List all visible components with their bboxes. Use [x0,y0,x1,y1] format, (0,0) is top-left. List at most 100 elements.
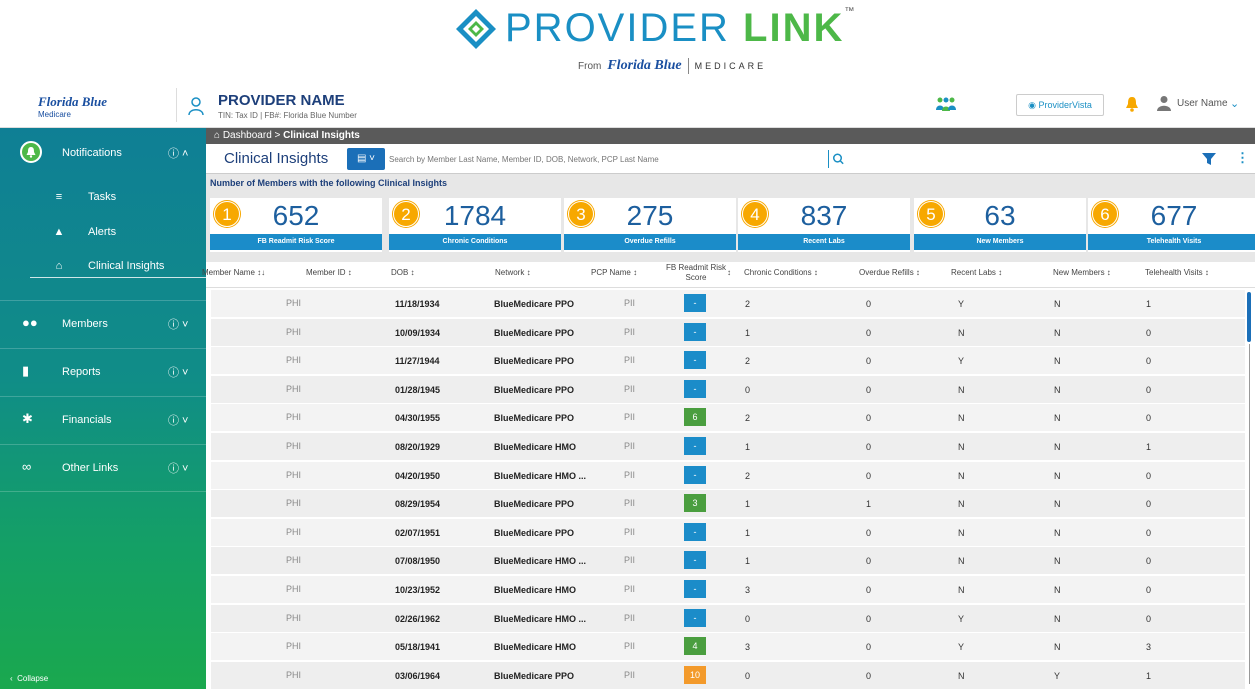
risk-score-badge[interactable]: - [684,294,706,312]
cell-overdue-refills: 0 [866,299,872,309]
cell-member-name: PHI [286,298,302,308]
breadcrumb-home[interactable]: Dashboard [223,130,272,141]
provider-vista-button[interactable]: ◉ ProviderVista [1016,94,1104,116]
company-logo[interactable]: Florida Blue [38,94,107,110]
column-header-chronic[interactable]: Chronic Conditions ↕ [744,268,818,277]
cell-dob: 07/08/1950 [395,556,441,567]
user-name[interactable]: User Name [1177,98,1228,109]
cell-member-name: PHI [286,612,302,623]
sidebar-item-tasks[interactable]: ≡ Tasks [0,181,206,215]
sidebar-item-clinical-insights[interactable]: ⌂ Clinical Insights [0,250,206,284]
sidebar-item-financials[interactable]: ✱ Financials ⓘ ˅ [0,396,206,444]
collapse-button[interactable]: ‹ Collapse [10,674,48,683]
cell-telehealth-visits: 1 [1146,299,1152,309]
cell-pcp-name: PII [624,641,636,652]
info-icon[interactable]: ⓘ ˅ [168,316,188,332]
cell-chronic-conditions: 3 [745,642,751,653]
sidebar-item-notifications[interactable]: Notifications ⓘ ˄ [0,128,206,178]
column-header-member-id[interactable]: Member ID ↕ [306,268,352,277]
scrollbar-thumb[interactable] [1247,292,1251,342]
info-icon[interactable]: ⓘ ˄ [168,145,188,161]
table-row[interactable]: PHI 04/20/1950 BlueMedicare HMO ... PII 2 0 N N… [211,461,1245,490]
search-input[interactable] [389,149,847,169]
table-row[interactable]: PHI 08/20/1929 BlueMedicare HMO PII 1 0 N N 1 - [211,433,1245,461]
insight-card-refills[interactable]: 3 275 Overdue Refills [564,198,736,252]
cell-network: BlueMedicare HMO [494,642,577,653]
card-value: 275 [626,200,674,231]
view-selector-button[interactable]: ▤ ˅ [347,148,385,170]
risk-score-badge[interactable]: - [684,437,706,455]
table-row[interactable]: PHI 05/18/1941 BlueMedicare HMO PII 3 0 Y N 3 4 [211,633,1245,662]
cell-telehealth-visits: 1 [1146,442,1152,452]
cell-recent-labs: Y [958,299,965,309]
cell-telehealth-visits: 0 [1146,499,1152,510]
sidebar-item-alerts[interactable]: ▲ Alerts [0,216,206,250]
cell-dob: 11/18/1934 [395,299,440,309]
card-label: FB Readmit Risk Score [210,234,382,250]
risk-score-badge[interactable]: 3 [684,494,706,513]
sidebar-item-reports[interactable]: ▮ Reports ⓘ ˅ [0,348,206,396]
column-header-new-members[interactable]: New Members ↕ [1053,268,1111,277]
risk-score-badge[interactable]: - [684,522,706,541]
insight-card-new-members[interactable]: 5 63 New Members [914,198,1086,252]
column-header-member-name[interactable]: Member Name ↕↓ [202,268,265,277]
risk-score-badge[interactable]: - [684,351,706,370]
insight-card-labs[interactable]: 4 837 Recent Labs [738,198,910,252]
more-options-icon[interactable]: ⋮ [1236,150,1249,166]
table-row[interactable]: PHI 04/30/1955 BlueMedicare PPO PII 2 0 N N 0 6 [211,404,1245,433]
table-row[interactable]: PHI 11/18/1934 BlueMedicare PPO PII 2 0 Y N 1 - [211,290,1245,318]
provider-icon [188,97,204,116]
risk-score-badge[interactable]: - [684,608,706,627]
info-icon[interactable]: ⓘ ˅ [168,412,188,428]
filter-icon[interactable] [1202,152,1216,166]
info-icon[interactable]: ⓘ ˅ [168,460,188,476]
risk-score-badge[interactable]: - [684,551,706,570]
list-icon: ≡ [55,191,63,203]
sidebar-item-label: Reports [62,366,101,378]
column-header-labs[interactable]: Recent Labs ↕ [951,268,1002,277]
insight-card-readmit[interactable]: 1 652 FB Readmit Risk Score [210,198,382,252]
sidebar-item-other-links[interactable]: ∞ Other Links ⓘ ˅ [0,444,206,492]
cell-overdue-refills: 0 [866,527,872,538]
risk-score-badge[interactable]: - [684,465,706,484]
risk-score-badge[interactable]: 4 [684,637,706,656]
risk-score-badge[interactable]: - [684,322,706,341]
user-icon[interactable] [1157,95,1171,111]
cell-network: BlueMedicare HMO ... [494,470,587,481]
table-row[interactable]: PHI 03/06/1964 BlueMedicare PPO PII 0 0 N Y 1 10 [211,661,1245,689]
insight-card-telehealth[interactable]: 6 677 Telehealth Visits [1088,198,1255,252]
table-row[interactable]: PHI 10/23/1952 BlueMedicare HMO PII 3 0 N N 0 - [211,576,1245,604]
column-header-risk[interactable]: FB Readmit Risk Score [666,263,726,283]
table-row[interactable]: PHI 08/29/1954 BlueMedicare PPO PII 1 1 N N 0 3 [211,490,1245,519]
table-row[interactable]: PHI 11/27/1944 BlueMedicare PPO PII 2 0 Y N 0 - [211,347,1245,376]
brand-subtitle: From Florida Blue MEDICARE [578,58,767,74]
info-icon[interactable]: ⓘ ˅ [168,364,188,380]
risk-score-badge[interactable]: 6 [684,408,706,427]
cell-recent-labs: Y [958,356,965,367]
cell-overdue-refills: 0 [866,670,872,681]
column-header-network[interactable]: Network ↕ [495,268,531,277]
group-icon[interactable] [935,96,957,112]
home-icon[interactable]: ⌂ [214,130,220,141]
column-header-risk-sort[interactable]: ↕ [727,268,731,277]
insight-card-chronic[interactable]: 2 1784 Chronic Conditions [389,198,561,252]
column-header-refills[interactable]: Overdue Refills ↕ [859,268,920,277]
table-row[interactable]: PHI 02/07/1951 BlueMedicare PPO PII 1 0 N N 0 - [211,518,1245,547]
column-header-dob[interactable]: DOB ↕ [391,268,415,277]
table-row[interactable]: PHI 07/08/1950 BlueMedicare HMO ... PII 1 0 N N… [211,547,1245,576]
cell-new-members: N [1054,384,1061,395]
bell-icon[interactable] [1125,96,1139,112]
table-row[interactable]: PHI 10/09/1934 BlueMedicare PPO PII 1 0 N N 0 - [211,318,1245,347]
chevron-down-icon[interactable]: ⌄ [1230,97,1239,110]
column-header-pcp[interactable]: PCP Name ↕ [591,268,637,277]
cell-new-members: N [1054,442,1061,452]
table-row[interactable]: PHI 02/26/1962 BlueMedicare HMO ... PII 0 0 Y N… [211,604,1245,633]
sidebar-item-members[interactable]: ●● Members ⓘ ˅ [0,300,206,348]
table-row[interactable]: PHI 01/28/1945 BlueMedicare PPO PII 0 0 N N 0 - [211,375,1245,404]
risk-score-badge[interactable]: - [684,580,706,598]
column-header-telehealth[interactable]: Telehealth Visits ↕ [1145,268,1209,277]
risk-score-badge[interactable]: 10 [684,665,706,684]
risk-score-badge[interactable]: - [684,379,706,398]
cell-recent-labs: N [958,670,965,681]
search-icon[interactable] [828,150,846,168]
